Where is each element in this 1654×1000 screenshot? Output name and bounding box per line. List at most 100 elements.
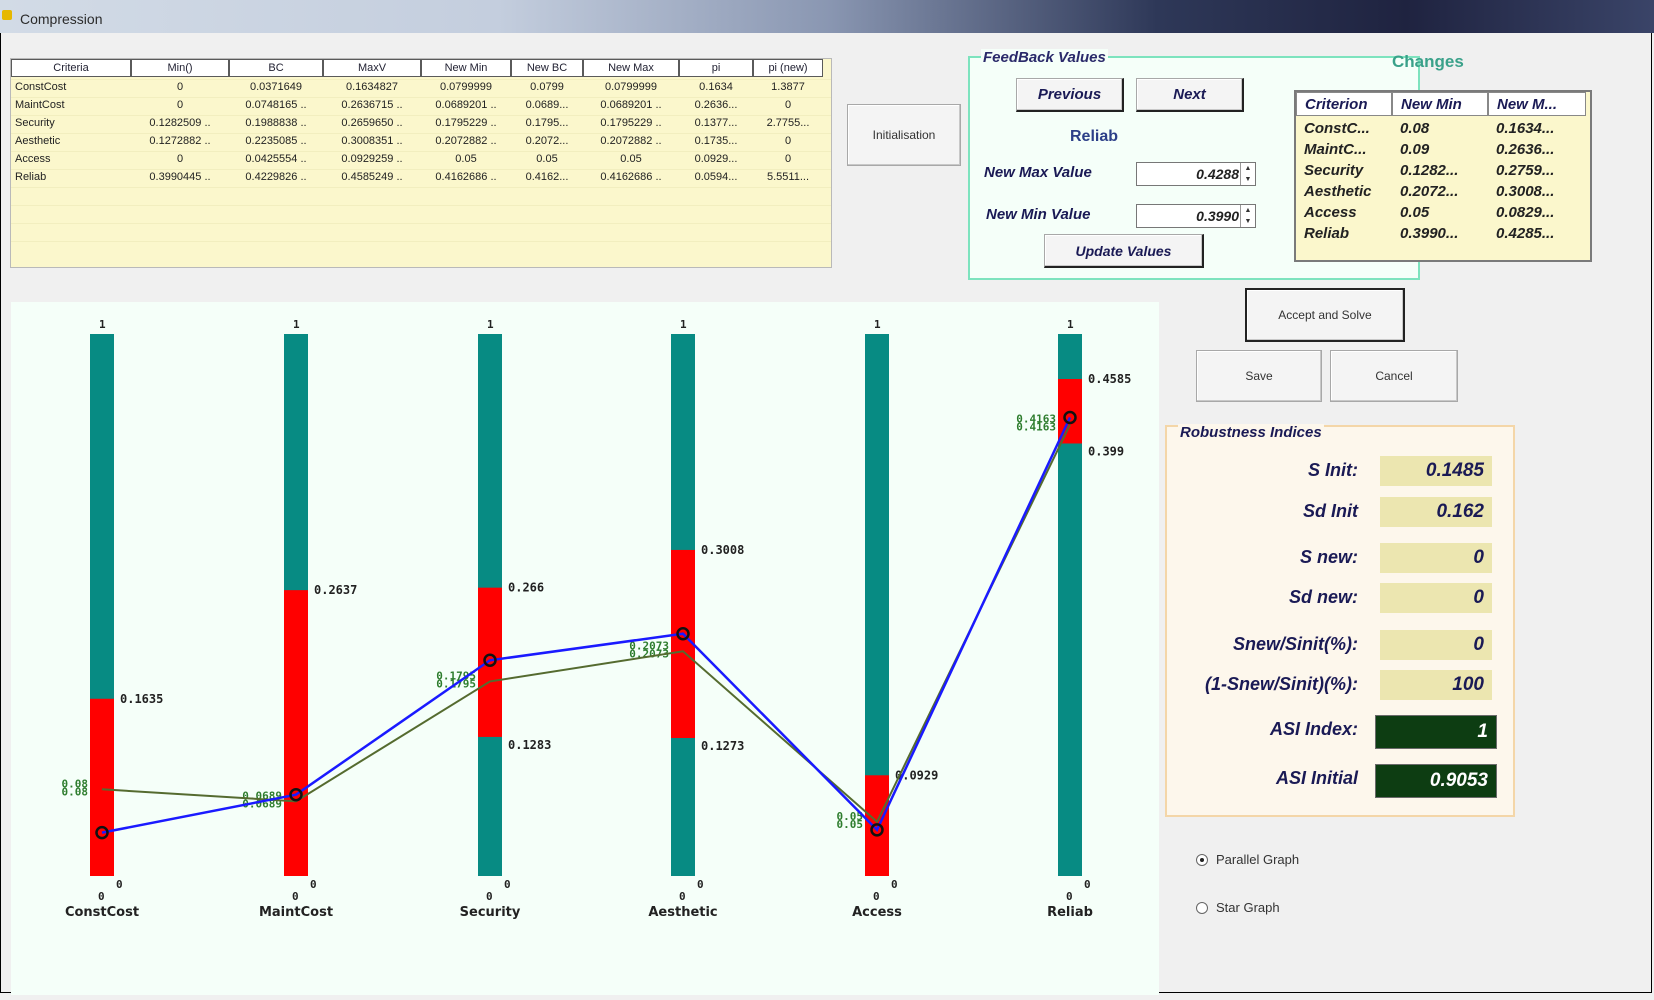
table-cell: 0.0799 (530, 81, 564, 93)
table-cell: 0.2636715 .. (341, 99, 403, 111)
robustness-value: 0 (1380, 543, 1492, 573)
table-cell: 0.3008351 .. (341, 135, 403, 147)
table-cell: 0.0929... (694, 153, 738, 165)
grid-line (11, 79, 831, 80)
app-icon (2, 10, 12, 20)
new-max-spinner[interactable]: 0.4288 ▲ ▼ (1136, 162, 1256, 186)
initialisation-button[interactable]: Initialisation (847, 104, 961, 166)
grid-column-header[interactable]: New Max (583, 59, 679, 77)
spinner-arrows-icon[interactable]: ▲ ▼ (1240, 205, 1255, 227)
robustness-value: 0 (1380, 583, 1492, 613)
table-cell: 0.1634827 (346, 81, 398, 93)
green-value-label: 0.05 (837, 818, 864, 831)
window-title: Compression (20, 11, 103, 27)
grid-line (11, 205, 831, 206)
robustness-value: 0.9053 (1375, 764, 1497, 798)
table-cell: 0.0425554 .. (245, 153, 307, 165)
changes-grid[interactable]: Criterion New Min New M... ConstC... 0.08 0.… (1294, 90, 1592, 262)
spinner-arrows-icon[interactable]: ▲ ▼ (1240, 163, 1255, 185)
accept-and-solve-button[interactable]: Accept and Solve (1245, 288, 1405, 342)
grid-column-header[interactable]: pi (679, 59, 753, 77)
grid-line (11, 151, 831, 152)
table-cell: 0.0594... (694, 171, 738, 183)
changes-cell: 0.2759... (1496, 162, 1555, 179)
criteria-grid[interactable]: Criteria Min() BC MaxV New Min New BC New Max p… (10, 58, 832, 268)
parallel-graph-radio[interactable]: Parallel Graph (1196, 852, 1299, 867)
changes-cell: MaintC... (1304, 141, 1367, 158)
table-cell: 0.05 (620, 153, 642, 165)
axis-min-label: 0 (292, 890, 299, 903)
next-button[interactable]: Next (1136, 78, 1244, 112)
table-row[interactable]: MaintCost 0 0.0748165 .. 0.2636715 .. 0.0689… (11, 97, 823, 114)
grid-column-header[interactable]: Criteria (11, 59, 131, 77)
table-cell: Security (15, 117, 55, 129)
changes-row[interactable]: Reliab 0.3990... 0.4285... (1296, 223, 1586, 244)
grid-column-header[interactable]: pi (new) (753, 59, 823, 77)
robustness-indices-legend: Robustness Indices (1178, 424, 1324, 441)
changes-row[interactable]: MaintC... 0.09 0.2636... (1296, 139, 1586, 160)
table-row[interactable]: Access 0 0.0425554 .. 0.0929259 .. 0.05 0.05 0… (11, 151, 823, 168)
range-high-label: 0.266 (508, 581, 544, 595)
changes-cell: Security (1304, 162, 1364, 179)
changes-row[interactable]: ConstC... 0.08 0.1634... (1296, 118, 1586, 139)
save-button[interactable]: Save (1196, 350, 1322, 402)
changes-row[interactable]: Security 0.1282... 0.2759... (1296, 160, 1586, 181)
axis-min-label-right: 0 (116, 878, 123, 891)
new-max-value: 0.4288 (1196, 166, 1239, 182)
table-row[interactable]: Reliab 0.3990445 .. 0.4229826 .. 0.4585249 … (11, 169, 823, 186)
table-cell: 0.1272882 .. (149, 135, 211, 147)
table-row[interactable]: Aesthetic 0.1272882 .. 0.2235085 .. 0.30083… (11, 133, 823, 150)
axis-name-label: Aesthetic (648, 905, 717, 920)
radio-selected-icon (1196, 853, 1208, 866)
changes-column-header[interactable]: New M... (1488, 92, 1586, 116)
table-cell: 0.0689... (525, 99, 569, 111)
robustness-label: Snew/Sinit(%): (1233, 634, 1358, 654)
star-graph-radio[interactable]: Star Graph (1196, 900, 1280, 915)
axis-max-label: 1 (1067, 318, 1074, 331)
table-cell: 0.2072882 .. (600, 135, 662, 147)
green-series-line (101, 424, 1071, 824)
table-cell: 0 (784, 135, 792, 147)
table-cell: 0.1795... (525, 117, 569, 129)
table-cell: 0.3990445 .. (149, 171, 211, 183)
table-cell: 2.7755... (766, 117, 810, 129)
changes-column-header[interactable]: New Min (1392, 92, 1488, 116)
previous-button[interactable]: Previous (1016, 78, 1124, 112)
grid-line (11, 241, 831, 242)
new-min-label: New Min Value (986, 206, 1091, 223)
robustness-value: 0.162 (1380, 497, 1492, 527)
changes-cell: 0.2072... (1400, 183, 1459, 200)
title-bar[interactable]: Compression (0, 0, 1654, 33)
changes-row[interactable]: Aesthetic 0.2072... 0.3008... (1296, 181, 1586, 202)
changes-cell: 0.3008... (1496, 183, 1555, 200)
new-min-spinner[interactable]: 0.3990 ▲ ▼ (1136, 204, 1256, 228)
changes-cell: 0.3990... (1400, 225, 1459, 242)
table-cell: 0 (784, 99, 792, 111)
axis-min-label-right: 0 (891, 878, 898, 891)
table-cell: 0.0371649 (250, 81, 302, 93)
grid-column-header[interactable]: New BC (511, 59, 583, 77)
robustness-label: ASI Initial (1275, 768, 1358, 788)
grid-column-header[interactable]: BC (229, 59, 323, 77)
grid-column-header[interactable]: Min() (131, 59, 229, 77)
robustness-label: Sd new: (1288, 587, 1358, 607)
range-low-label: 0.1283 (508, 738, 551, 752)
grid-column-header[interactable]: New Min (421, 59, 511, 77)
table-cell: 0.1282509 .. (149, 117, 211, 129)
table-row[interactable]: Security 0.1282509 .. 0.1988838 .. 0.265965… (11, 115, 823, 132)
table-row[interactable]: ConstCost 0 0.0371649 0.1634827 0.0799999 0.0… (11, 79, 823, 96)
table-cell: 0.0929259 .. (341, 153, 403, 165)
table-cell: ConstCost (15, 81, 67, 93)
table-cell: 1.3877 (771, 81, 805, 93)
cancel-button[interactable]: Cancel (1330, 350, 1458, 402)
grid-line (11, 133, 831, 134)
grid-column-header[interactable]: MaxV (323, 59, 421, 77)
grid-line (11, 115, 831, 116)
axis-name-label: Security (460, 905, 521, 920)
table-cell: 0.4229826 .. (245, 171, 307, 183)
changes-row[interactable]: Access 0.05 0.0829... (1296, 202, 1586, 223)
changes-column-header[interactable]: Criterion (1296, 92, 1392, 116)
update-values-button[interactable]: Update Values (1044, 234, 1204, 268)
table-cell: 0 (784, 153, 792, 165)
table-cell: 0.05 (536, 153, 558, 165)
